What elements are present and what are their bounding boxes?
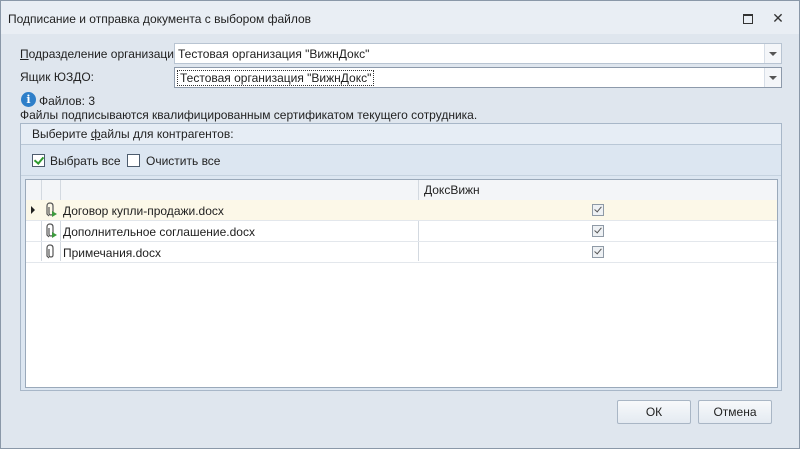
select-all-checkbox[interactable] bbox=[32, 154, 45, 167]
cancel-button[interactable]: Отмена bbox=[698, 400, 772, 424]
window-title: Подписание и отправка документа с выборо… bbox=[8, 12, 312, 26]
signing-note: Файлы подписываются квалифицированным се… bbox=[20, 108, 478, 122]
select-all-label[interactable]: Выбрать все bbox=[50, 154, 121, 168]
files-grid: ДоксВижн Договор купли-продажи.docx Допо… bbox=[25, 179, 778, 388]
info-icon: i bbox=[21, 92, 36, 107]
selection-toolbar: Выбрать все Очистить все bbox=[21, 145, 781, 176]
files-count: Файлов: 3 bbox=[39, 94, 96, 108]
file-name: Примечания.docx bbox=[63, 246, 161, 260]
division-value: Тестовая организация "ВижнДокс" bbox=[178, 47, 370, 61]
division-dropdown-button[interactable] bbox=[764, 44, 781, 63]
table-row[interactable]: Примечания.docx bbox=[26, 242, 777, 263]
column-header-doksvizhn[interactable]: ДоксВижн bbox=[424, 183, 480, 197]
files-group-header: Выберите файлы для контрагентов: bbox=[21, 124, 781, 145]
mailbox-label: Ящик ЮЗДО: bbox=[20, 70, 94, 84]
current-row-indicator bbox=[31, 206, 35, 214]
division-combobox[interactable]: Тестовая организация "ВижнДокс" bbox=[174, 43, 782, 64]
division-label: Подразделение организации: bbox=[20, 47, 185, 61]
file-checkbox[interactable] bbox=[592, 225, 604, 237]
clear-all-label[interactable]: Очистить все bbox=[146, 154, 220, 168]
restore-icon bbox=[743, 14, 753, 24]
title-bar[interactable]: Подписание и отправка документа с выборо… bbox=[1, 1, 799, 34]
paperclip-icon bbox=[46, 244, 54, 259]
clear-all-checkbox[interactable] bbox=[127, 154, 140, 167]
file-name: Дополнительное соглашение.docx bbox=[63, 225, 255, 239]
mailbox-combobox[interactable]: Тестовая организация "ВижнДокс" bbox=[174, 67, 782, 88]
restore-button[interactable] bbox=[740, 10, 756, 26]
file-checkbox[interactable] bbox=[592, 246, 604, 258]
grid-header: ДоксВижн bbox=[26, 180, 777, 201]
ok-button[interactable]: ОК bbox=[617, 400, 691, 424]
mailbox-dropdown-button[interactable] bbox=[764, 68, 781, 87]
close-button[interactable]: ✕ bbox=[770, 10, 786, 26]
file-name: Договор купли-продажи.docx bbox=[63, 204, 224, 218]
paperclip-signed-icon bbox=[46, 202, 57, 217]
paperclip-signed-icon bbox=[46, 223, 57, 238]
dialog-window: Подписание и отправка документа с выборо… bbox=[0, 0, 800, 449]
files-group: Выберите файлы для контрагентов: Выбрать… bbox=[20, 123, 782, 391]
table-row[interactable]: Дополнительное соглашение.docx bbox=[26, 221, 777, 242]
file-checkbox[interactable] bbox=[592, 204, 604, 216]
files-group-title: Выберите файлы для контрагентов: bbox=[32, 127, 234, 141]
mailbox-value: Тестовая организация "ВижнДокс" bbox=[176, 70, 375, 86]
table-row[interactable]: Договор купли-продажи.docx bbox=[26, 200, 777, 221]
